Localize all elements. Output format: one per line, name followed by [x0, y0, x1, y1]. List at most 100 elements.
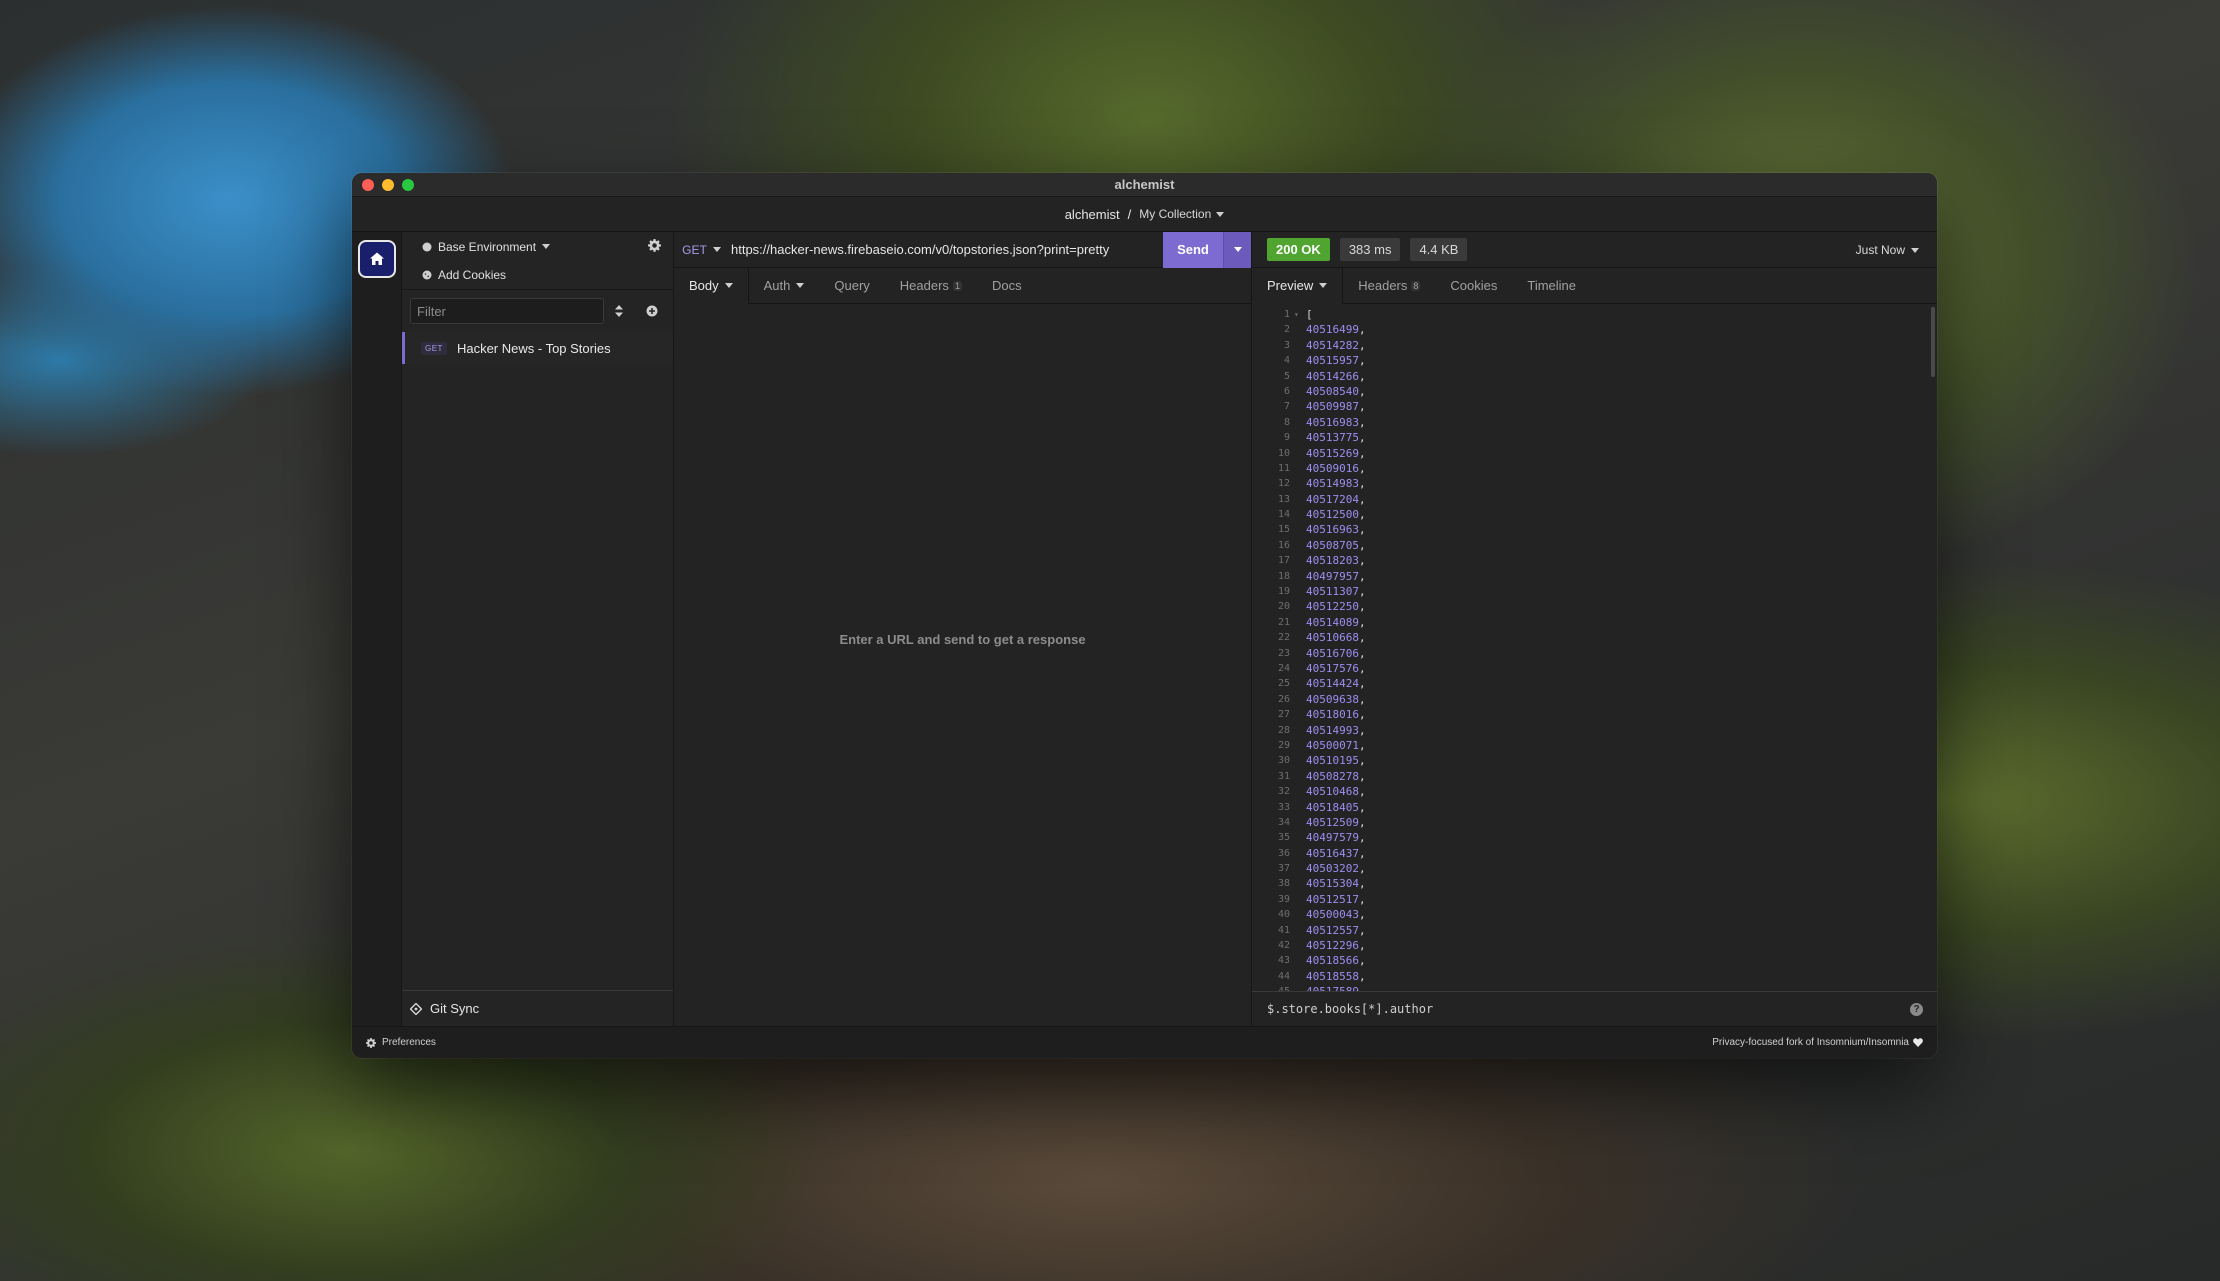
fold-gutter	[1294, 461, 1304, 476]
fold-gutter	[1294, 938, 1304, 953]
help-icon[interactable]: ?	[1910, 1003, 1923, 1016]
sort-icon[interactable]	[614, 305, 624, 317]
history-label: Just Now	[1855, 243, 1905, 257]
left-rail	[352, 232, 402, 1026]
send-options-button[interactable]	[1223, 231, 1251, 268]
git-sync-button[interactable]: Git Sync	[402, 990, 673, 1026]
collection-dropdown[interactable]: My Collection	[1139, 207, 1225, 221]
json-number: 40516499	[1306, 323, 1359, 337]
filter-input[interactable]	[410, 298, 604, 324]
line-number: 12	[1277, 478, 1290, 490]
fold-gutter	[1294, 846, 1304, 861]
close-window-button[interactable]	[362, 179, 374, 191]
environment-label: Base Environment	[438, 239, 537, 254]
json-number: 40518016	[1306, 708, 1359, 722]
tab-query[interactable]: Query	[819, 268, 884, 304]
environment-selector[interactable]: Base Environment	[402, 232, 673, 261]
line-number: 28	[1277, 724, 1290, 736]
zoom-window-button[interactable]	[402, 179, 414, 191]
preferences-button[interactable]: Preferences	[366, 1037, 436, 1048]
line-number: 44	[1277, 970, 1290, 982]
chevron-down-icon	[796, 283, 805, 288]
fold-gutter	[1294, 861, 1304, 876]
fold-gutter	[1294, 753, 1304, 768]
tab-timeline[interactable]: Timeline	[1512, 268, 1591, 304]
code-line: 28 40514993,	[1252, 723, 1929, 738]
code-line: 38 40515304,	[1252, 876, 1929, 891]
gear-icon[interactable]	[648, 239, 661, 252]
code-text: 40510468,	[1306, 785, 1366, 799]
tab-preview[interactable]: Preview	[1252, 267, 1344, 304]
tab-response-headers[interactable]: Headers 8	[1343, 268, 1435, 304]
response-filter-bar[interactable]: $.store.books[*].author ?	[1252, 991, 1937, 1026]
tab-docs[interactable]: Docs	[977, 268, 1037, 304]
code-line: 10 40515269,	[1252, 446, 1929, 461]
request-pane: GET Send Body Auth Quer	[674, 231, 1252, 1026]
code-line: 31 40508278,	[1252, 769, 1929, 784]
tagline[interactable]: Privacy-focused fork of Insomnium/Insomn…	[1712, 1037, 1923, 1048]
code-text: [	[1306, 308, 1313, 321]
url-input[interactable]	[729, 231, 1163, 268]
response-filter-query: $.store.books[*].author	[1267, 1002, 1434, 1016]
fold-gutter	[1294, 338, 1304, 353]
code-text: 40518203,	[1306, 554, 1366, 568]
fold-gutter	[1294, 769, 1304, 784]
code-line: 37 40503202,	[1252, 861, 1929, 876]
add-cookies-button[interactable]: Add Cookies	[402, 261, 673, 290]
fold-toggle-icon[interactable]: ▾	[1294, 307, 1304, 322]
code-text: 40512500,	[1306, 508, 1366, 522]
line-number: 2	[1283, 324, 1290, 336]
fold-gutter	[1294, 430, 1304, 445]
code-text: 40516499,	[1306, 323, 1366, 337]
tab-headers[interactable]: Headers 1	[885, 268, 977, 304]
fold-gutter	[1294, 369, 1304, 384]
code-line: 18 40497957,	[1252, 569, 1929, 584]
tab-query-label: Query	[834, 278, 870, 293]
fold-gutter	[1294, 630, 1304, 645]
tab-cookies[interactable]: Cookies	[1435, 268, 1512, 304]
json-number: 40512500	[1306, 508, 1359, 522]
line-number: 27	[1277, 709, 1290, 721]
line-number: 35	[1277, 832, 1290, 844]
json-number: 40515269	[1306, 446, 1359, 460]
fold-gutter	[1294, 815, 1304, 830]
tab-timeline-label: Timeline	[1527, 278, 1577, 293]
request-item[interactable]: GET Hacker News - Top Stories	[402, 332, 673, 364]
line-number: 29	[1277, 739, 1290, 751]
code-line: 39 40512517,	[1252, 892, 1929, 907]
fold-gutter	[1294, 969, 1304, 984]
json-number: 40512296	[1306, 939, 1359, 953]
code-line: 26 40509638,	[1252, 692, 1929, 707]
fold-gutter	[1294, 384, 1304, 399]
tab-auth[interactable]: Auth	[749, 268, 820, 304]
line-number: 15	[1277, 524, 1290, 536]
send-button[interactable]: Send	[1163, 231, 1223, 268]
breadcrumb-project[interactable]: alchemist	[1065, 207, 1120, 222]
scrollbar-thumb[interactable]	[1931, 307, 1935, 377]
tab-docs-label: Docs	[991, 278, 1022, 293]
minimize-window-button[interactable]	[382, 179, 394, 191]
code-text: 40513775,	[1306, 431, 1366, 445]
code-line: 27 40518016,	[1252, 707, 1929, 722]
tagline-text: Privacy-focused fork of Insomnium/Insomn…	[1712, 1037, 1909, 1048]
code-line: 41 40512557,	[1252, 923, 1929, 938]
code-text: 40518558,	[1306, 969, 1366, 983]
line-number: 10	[1277, 447, 1290, 459]
window-title: alchemist	[1114, 177, 1175, 192]
method-dropdown[interactable]: GET	[674, 232, 729, 268]
fold-gutter	[1294, 415, 1304, 430]
tab-body[interactable]: Body	[674, 267, 749, 304]
json-number: 40517576	[1306, 661, 1359, 675]
response-time-badge: 383 ms	[1339, 238, 1401, 261]
environment-icon	[422, 242, 432, 251]
home-button[interactable]	[358, 240, 396, 278]
line-number: 9	[1283, 432, 1290, 444]
collection-label: My Collection	[1139, 207, 1212, 221]
chevron-down-icon	[1233, 247, 1242, 252]
add-icon[interactable]	[646, 305, 658, 317]
json-number: 40500043	[1306, 908, 1359, 922]
json-number: 40508705	[1306, 538, 1359, 552]
git-sync-label: Git Sync	[430, 1001, 480, 1016]
history-dropdown[interactable]: Just Now	[1856, 232, 1919, 268]
response-body-viewer[interactable]: 1 ▾[2 40516499, 3 40514282, 4 40515957, 5 40…	[1252, 305, 1929, 991]
